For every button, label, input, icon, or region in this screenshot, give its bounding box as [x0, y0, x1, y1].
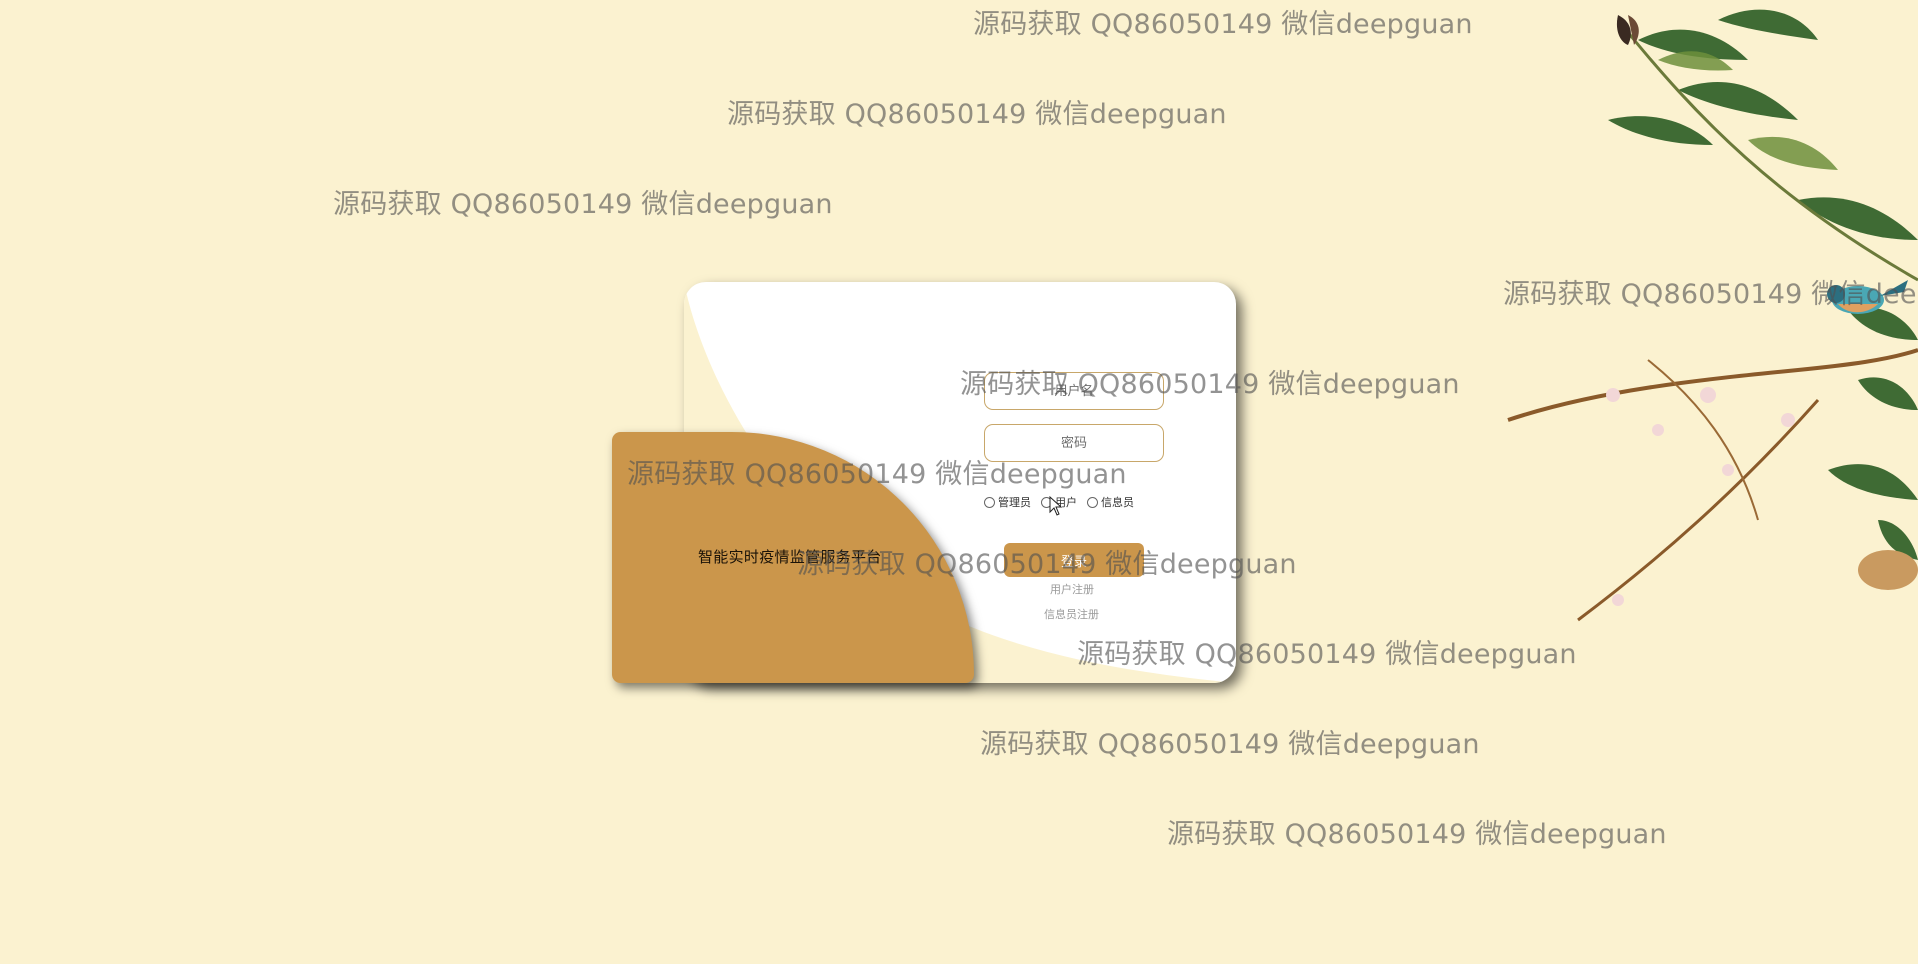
login-button[interactable]: 登录 — [1004, 543, 1144, 577]
informant-register-link[interactable]: 信息员注册 — [1044, 606, 1099, 622]
role-label-informant: 信息员 — [1101, 496, 1134, 509]
bamboo-bird-painting — [1507, 9, 1918, 622]
user-register-link[interactable]: 用户注册 — [1050, 581, 1094, 597]
role-option-admin[interactable]: 管理员 — [984, 494, 1031, 510]
system-title: 智能实时疫情监管服务平台 — [698, 548, 882, 566]
watermark-text: 源码获取 QQ86050149 微信deepguan — [973, 9, 1473, 40]
watermark-text: 源码获取 QQ86050149 微信deepguan — [727, 99, 1227, 130]
role-label-admin: 管理员 — [998, 496, 1031, 509]
username-input[interactable] — [984, 372, 1164, 410]
watermark-text: 源码获取 QQ86050149 微信deepguan — [1167, 819, 1667, 850]
radio-icon[interactable] — [984, 496, 995, 508]
password-input[interactable] — [984, 424, 1164, 462]
radio-icon[interactable] — [1087, 496, 1098, 508]
role-option-informant[interactable]: 信息员 — [1087, 494, 1134, 510]
watermark-text: 源码获取 QQ86050149 微信deepguan — [1503, 279, 1918, 310]
watermark-text: 源码获取 QQ86050149 微信deepguan — [980, 729, 1480, 760]
watermark-text: 源码获取 QQ86050149 微信deepguan — [333, 189, 833, 220]
mouse-pointer-icon — [1049, 496, 1063, 516]
